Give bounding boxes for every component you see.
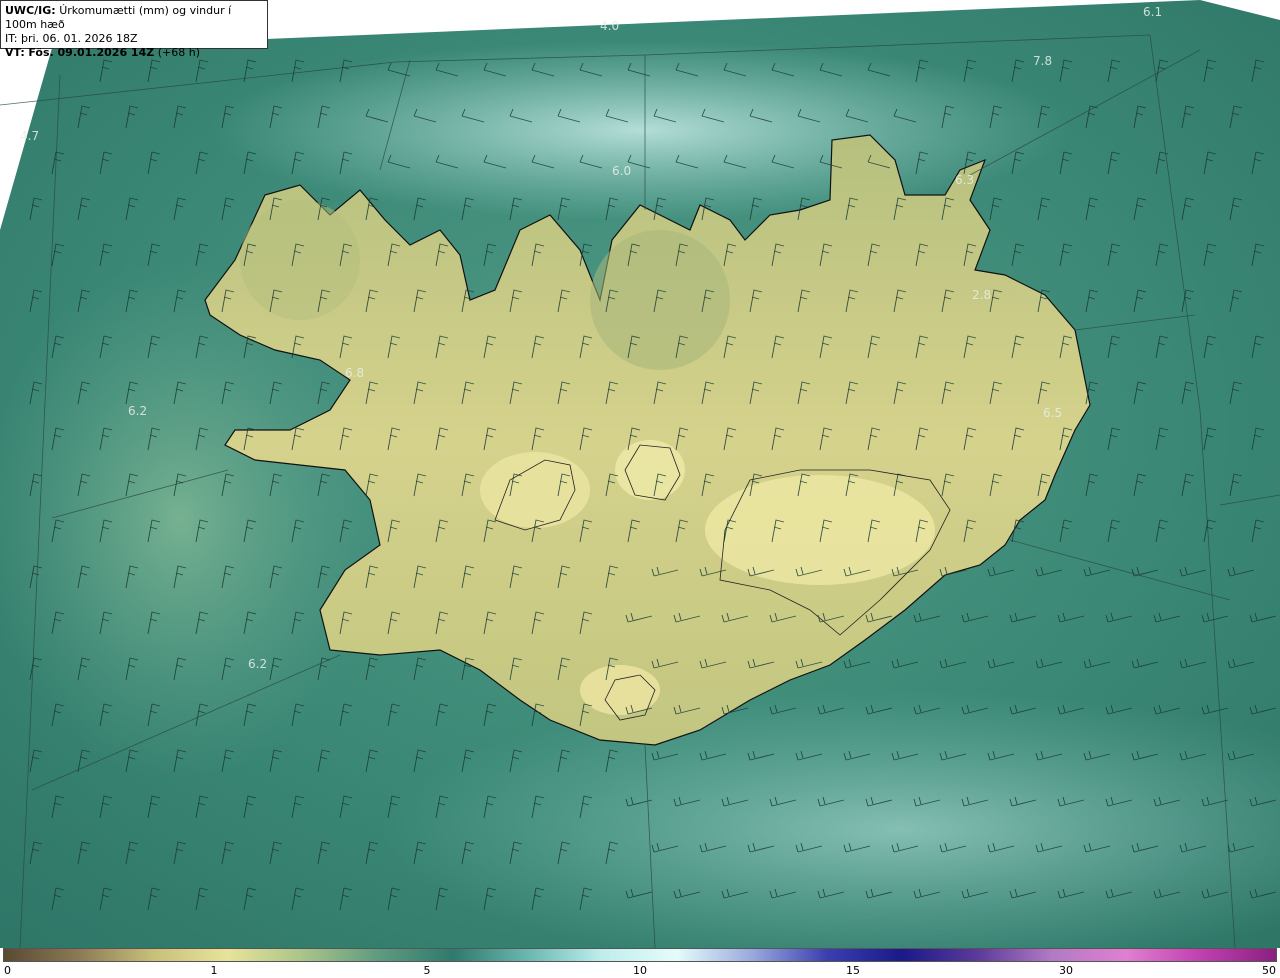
issue-time: IT: þri. 06. 01. 2026 18Z [5, 32, 138, 45]
map-label: 6.2 [248, 657, 267, 671]
map-label: 6.3 [955, 173, 974, 187]
product-name: UWC/IG: [5, 4, 56, 17]
colorbar-tick: 10 [633, 964, 647, 977]
map-label: 2.8 [972, 288, 991, 302]
colorbar-tick: 5 [423, 964, 431, 977]
valid-time-line: VT: Fös. 09.01.2026 14Z (+68 h) [5, 46, 263, 60]
colorbar-tick: 50 [1262, 964, 1276, 977]
colorbar: 0 1 5 10 15 30 50 [0, 948, 1280, 978]
title-line: UWC/IG: Úrkomumætti (mm) og vindur í 100… [5, 4, 263, 32]
map-label: 6.5 [1043, 406, 1062, 420]
map-label: 7.8 [1033, 54, 1052, 68]
north-precip-band [210, 40, 1070, 220]
colorbar-tick: 30 [1059, 964, 1073, 977]
map-label: 6.8 [345, 366, 364, 380]
colorbar-tick: 0 [4, 964, 11, 977]
weather-map: 4.0 6.1 7.8 4.7 6.8 6.2 6.0 2.8 6.3 6.5 … [0, 0, 1280, 948]
colorbar-tick: 1 [210, 964, 218, 977]
map-label: 6.0 [612, 164, 631, 178]
map-label: 6.1 [1143, 5, 1162, 19]
map-label: 4.7 [20, 129, 39, 143]
highland-patch-hofsjokull [615, 440, 685, 500]
valid-prefix: VT: [5, 46, 25, 59]
north-peninsula-darker [590, 230, 730, 370]
highland-patch-vatnajokull [705, 475, 935, 585]
map-title-box: UWC/IG: Úrkomumætti (mm) og vindur í 100… [0, 0, 268, 59]
map-label: 6.2 [128, 404, 147, 418]
colorbar-strip [3, 948, 1277, 962]
map-label: 4.0 [600, 19, 619, 33]
colorbar-tick: 15 [846, 964, 860, 977]
valid-time: Fös. 09.01.2026 14Z [28, 46, 155, 59]
lead-time: (+68 h) [157, 46, 200, 59]
westfjords-darker [240, 200, 360, 320]
